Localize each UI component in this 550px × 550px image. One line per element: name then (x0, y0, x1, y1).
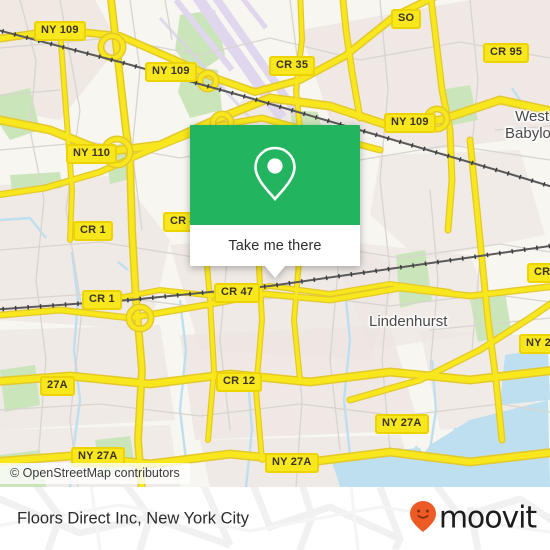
place-title: Floors Direct Inc, New York City (17, 509, 249, 527)
road-shield: CR 35 (269, 56, 316, 76)
place-label: West Babylon (505, 108, 550, 142)
place-label: Lindenhurst (369, 313, 448, 330)
road-shield: NY 109 (384, 113, 436, 133)
road-shield: CR 12 (216, 372, 263, 392)
road-shield: CR 1 (527, 263, 550, 283)
osm-attribution[interactable]: © OpenStreetMap contributors (0, 463, 190, 484)
road-shield: CR 95 (483, 43, 530, 63)
moovit-map-screenshot: NY 109 NY 109 CR 35 SO CR 95 NY 109 NY 110 CR 1… (0, 0, 550, 550)
road-shield: CR 1 (73, 221, 113, 241)
road-shield: NY 109 (34, 21, 86, 41)
location-popup-card[interactable]: Take me there (190, 125, 360, 278)
map-pin-icon (249, 143, 301, 208)
moovit-pin-smiley-icon (408, 499, 438, 538)
map-canvas[interactable]: NY 109 NY 109 CR 35 SO CR 95 NY 109 NY 110 CR 1… (0, 0, 550, 487)
road-shield: NY 27A (265, 453, 319, 473)
moovit-wordmark: moovit (438, 500, 537, 536)
popup-action-bar[interactable]: Take me there (190, 225, 360, 278)
road-shield: CR 47 (214, 283, 261, 303)
moovit-brand-logo[interactable]: moovit (408, 499, 537, 538)
road-shield: NY 27A (375, 414, 429, 434)
road-shield: SO (391, 9, 422, 29)
road-shield: NY 109 (145, 62, 197, 82)
road-shield: CR 1 (82, 290, 122, 310)
footer-bar: Floors Direct Inc, New York City moovit (0, 487, 550, 550)
road-shield: 27A (40, 376, 75, 396)
road-shield: NY 27 (519, 334, 550, 354)
take-me-there-label: Take me there (228, 237, 322, 254)
popup-pointer-tail (264, 265, 286, 278)
road-shield: NY 110 (66, 144, 118, 164)
popup-header (190, 125, 360, 225)
